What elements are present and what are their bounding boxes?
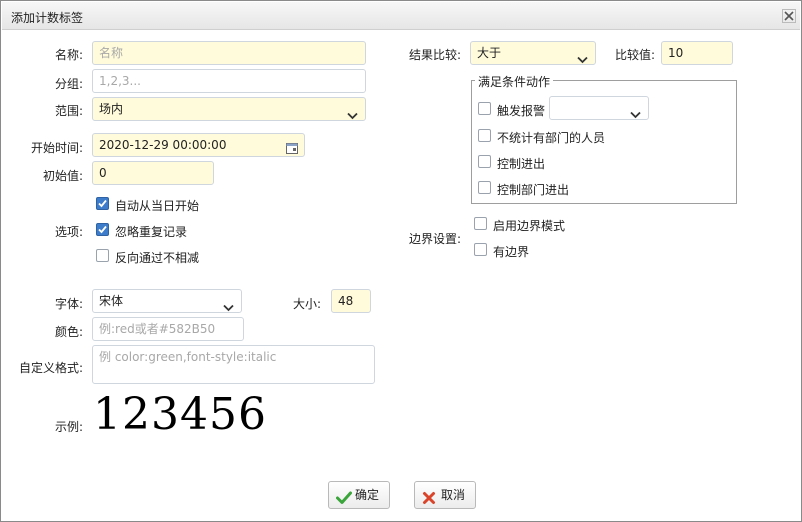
group-placeholder: 1,2,3... (99, 74, 141, 88)
compare-value-label: 比较值: (614, 48, 655, 62)
cross-icon (422, 488, 436, 514)
calendar-icon[interactable] (286, 139, 298, 156)
font-value: 宋体 (99, 294, 124, 308)
dialog-title: 添加计数标签 (11, 11, 84, 25)
scope-select[interactable]: 场内 (92, 97, 366, 121)
close-icon[interactable] (782, 9, 796, 23)
chevron-down-icon (347, 105, 358, 120)
control-dept-access-checkbox[interactable] (478, 181, 491, 194)
initial-value-value: 0 (99, 166, 107, 180)
alarm-select[interactable] (549, 96, 649, 120)
auto-start-today-checkbox[interactable] (96, 197, 109, 210)
trigger-alarm-checkbox[interactable] (478, 102, 491, 115)
group-input[interactable]: 1,2,3... (92, 69, 366, 93)
control-access-checkbox[interactable] (478, 155, 491, 168)
name-label: 名称: (54, 48, 83, 62)
compare-value-value: 10 (668, 46, 684, 60)
enable-boundary-label: 启用边界模式 (493, 219, 566, 233)
trigger-alarm-label: 触发报警 (497, 104, 546, 118)
compare-label: 结果比较: (408, 48, 461, 62)
actions-legend: 满足条件动作 (475, 73, 554, 90)
check-icon (336, 488, 352, 514)
color-placeholder: 例:red或者#582B50 (99, 322, 216, 336)
custom-format-label: 自定义格式: (18, 361, 83, 375)
font-select[interactable]: 宋体 (92, 289, 242, 313)
control-access-label: 控制进出 (497, 157, 546, 171)
ignore-duplicates-label: 忽略重复记录 (115, 225, 188, 239)
start-time-value: 2020-12-29 00:00:00 (99, 138, 227, 152)
scope-value: 场内 (99, 102, 124, 116)
compare-select[interactable]: 大于 (470, 41, 596, 65)
chevron-down-icon (630, 104, 641, 119)
title-bar: 添加计数标签 (2, 2, 800, 30)
auto-start-today-label: 自动从当日开始 (115, 199, 200, 213)
has-boundary-label: 有边界 (493, 245, 530, 259)
size-input[interactable]: 48 (331, 289, 371, 313)
exclude-dept-staff-label: 不统计有部门的人员 (497, 131, 606, 145)
font-label: 字体: (54, 297, 83, 311)
compare-value-input[interactable]: 10 (661, 41, 733, 65)
initial-value-label: 初始值: (42, 169, 83, 183)
example-preview: 123456 (93, 389, 267, 440)
custom-format-textarea[interactable]: 例 color:green,font-style:italic (92, 345, 375, 384)
start-time-input[interactable]: 2020-12-29 00:00:00 (92, 133, 305, 157)
custom-format-placeholder: 例 color:green,font-style:italic (99, 350, 277, 364)
color-input[interactable]: 例:red或者#582B50 (92, 317, 244, 341)
reverse-no-subtract-label: 反向通过不相减 (115, 251, 200, 265)
boundary-label: 边界设置: (408, 232, 461, 246)
reverse-no-subtract-checkbox[interactable] (96, 249, 109, 262)
ok-button[interactable]: 确定 (328, 481, 390, 509)
color-label: 颜色: (54, 325, 83, 339)
ok-label: 确定 (355, 488, 380, 502)
has-boundary-checkbox[interactable] (474, 243, 487, 256)
add-counter-label-dialog: 添加计数标签 名称: 名称 分组: 1,2,3... 范围: 场内 开始时间: … (0, 0, 802, 522)
name-input[interactable]: 名称 (92, 41, 366, 65)
size-value: 48 (338, 294, 354, 308)
example-label: 示例: (54, 420, 83, 434)
start-time-label: 开始时间: (30, 141, 83, 155)
exclude-dept-staff-checkbox[interactable] (478, 129, 491, 142)
size-label: 大小: (292, 297, 321, 311)
chevron-down-icon (223, 297, 234, 312)
name-placeholder: 名称 (99, 46, 124, 60)
control-dept-access-label: 控制部门进出 (497, 183, 570, 197)
cancel-label: 取消 (441, 488, 466, 502)
enable-boundary-checkbox[interactable] (474, 217, 487, 230)
ignore-duplicates-checkbox[interactable] (96, 223, 109, 236)
cancel-button[interactable]: 取消 (414, 481, 476, 509)
chevron-down-icon (577, 49, 588, 64)
scope-label: 范围: (54, 104, 83, 118)
initial-value-input[interactable]: 0 (92, 161, 214, 185)
compare-value: 大于 (477, 46, 502, 60)
options-label: 选项: (54, 225, 83, 239)
group-label: 分组: (54, 77, 83, 91)
